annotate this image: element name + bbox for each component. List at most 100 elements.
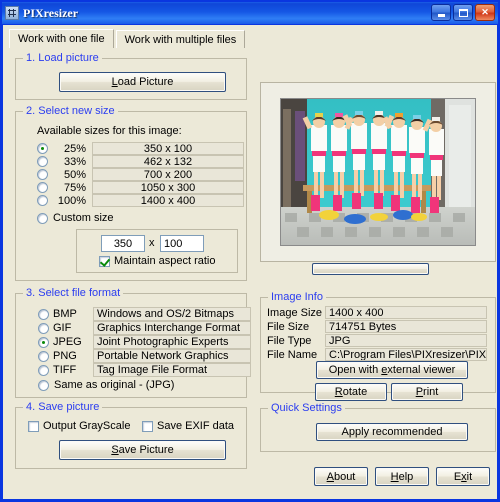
size-radio-25[interactable] — [37, 143, 48, 154]
format-description: Graphics Interchange Format — [93, 321, 251, 335]
custom-width-input[interactable] — [101, 235, 145, 252]
help-button[interactable]: Help — [375, 467, 429, 486]
format-option-row[interactable]: JPEG Joint Photographic Experts Group — [38, 335, 251, 361]
custom-size-row[interactable]: Custom size — [37, 212, 114, 224]
size-dimensions: 1050 x 300 — [92, 181, 244, 194]
info-value-file-name: C:\Program Files\PIXresizer\PIXresiz — [325, 348, 487, 361]
close-button[interactable]: ✕ — [475, 4, 495, 21]
group-load-picture: 1. Load picture Load Picture — [15, 52, 247, 100]
size-option-row[interactable]: 33% 462 x 132 — [37, 155, 244, 168]
maintain-aspect-ratio-label: Maintain aspect ratio — [114, 255, 216, 267]
save-exif-checkbox[interactable] — [142, 420, 153, 432]
size-radio-50[interactable] — [37, 169, 48, 180]
save-exif-label: Save EXIF data — [157, 420, 235, 432]
info-label: File Type — [267, 334, 312, 347]
format-option-row[interactable]: GIF Graphics Interchange Format — [38, 321, 251, 335]
size-percent: 100% — [57, 194, 86, 207]
same-as-original-radio[interactable] — [38, 379, 49, 391]
size-percent: 75% — [63, 181, 86, 194]
about-button[interactable]: About — [314, 467, 368, 486]
tab-label: Work with one file — [18, 33, 105, 45]
size-percent: 50% — [63, 168, 86, 181]
size-radio-33[interactable] — [37, 156, 48, 167]
output-grayscale-label: Output GrayScale — [43, 420, 131, 432]
open-with-external-viewer-button[interactable]: Open with external viewer — [316, 361, 468, 379]
load-picture-button[interactable]: Load Picture — [59, 72, 226, 92]
print-button-label: Print — [415, 386, 439, 398]
info-row-file-type: File Type JPG — [267, 334, 487, 347]
output-grayscale-row[interactable]: Output GrayScale — [28, 420, 130, 432]
apply-recommended-button[interactable]: Apply recommended — [316, 423, 468, 441]
about-button-label: About — [326, 470, 356, 483]
print-button[interactable]: Print — [391, 383, 463, 401]
format-description: Tag Image File Format — [93, 363, 251, 377]
size-dimensions: 462 x 132 — [92, 155, 244, 168]
size-dimensions: 1400 x 400 — [92, 194, 244, 207]
tab-label: Work with multiple files — [124, 33, 237, 46]
same-as-original-label: Same as original - (JPG) — [54, 379, 175, 391]
group-select-new-size: 2. Select new size Available sizes for t… — [15, 105, 247, 281]
image-preview-panel — [260, 82, 496, 262]
format-name: BMP — [53, 308, 77, 320]
tab-strip: Work with one file Work with multiple fi… — [9, 29, 246, 48]
info-value-image-size: 1400 x 400 — [325, 306, 487, 319]
format-radio-jpeg[interactable] — [38, 336, 49, 348]
format-radio-gif[interactable] — [38, 322, 49, 334]
load-picture-button-label: Load Picture — [111, 76, 174, 88]
size-option-row[interactable]: 100% 1400 x 400 — [37, 194, 244, 207]
format-option-row[interactable]: TIFF Tag Image File Format — [38, 363, 251, 377]
size-option-row[interactable]: 50% 700 x 200 — [37, 168, 244, 181]
minimize-button[interactable] — [431, 4, 451, 21]
maintain-aspect-ratio-checkbox[interactable] — [99, 255, 110, 267]
size-radio-100[interactable] — [37, 195, 48, 206]
open-external-label: Open with external viewer — [328, 364, 456, 376]
format-radio-png[interactable] — [38, 350, 49, 362]
format-radio-tiff[interactable] — [38, 364, 49, 376]
custom-height-input[interactable] — [160, 235, 204, 252]
tab-work-with-one-file[interactable]: Work with one file — [9, 29, 114, 48]
info-row-file-size: File Size 714751 Bytes — [267, 320, 487, 333]
rotate-button[interactable]: Rotate — [315, 383, 387, 401]
size-option-row[interactable]: 75% 1050 x 300 — [37, 181, 244, 194]
group-title-quick-settings: Quick Settings — [268, 402, 345, 414]
maximize-button[interactable] — [453, 4, 473, 21]
format-name: GIF — [53, 322, 72, 334]
help-button-label: Help — [390, 470, 414, 483]
output-grayscale-checkbox[interactable] — [28, 420, 39, 432]
format-option-row[interactable]: PNG Portable Network Graphics — [38, 349, 251, 363]
exit-button[interactable]: Exit — [436, 467, 490, 486]
format-name: JPEG — [53, 336, 82, 348]
save-picture-button-label: Save Picture — [111, 444, 174, 456]
dimension-separator: x — [149, 237, 155, 249]
window-controls: ✕ — [431, 4, 495, 21]
image-info-rows: Image Size 1400 x 400 File Size 714751 B… — [267, 306, 487, 362]
application-window: PIXresizer ✕ Work with one file Work wit… — [0, 0, 500, 502]
group-title-load-picture: 1. Load picture — [23, 52, 102, 64]
size-option-row[interactable]: 25% 350 x 100 — [37, 142, 244, 155]
rotate-button-label: Rotate — [334, 386, 368, 398]
custom-size-panel: x Maintain aspect ratio — [76, 229, 238, 273]
info-label: File Size — [267, 320, 310, 333]
info-value-file-type: JPG — [325, 334, 487, 347]
maintain-aspect-ratio-row[interactable]: Maintain aspect ratio — [99, 255, 216, 267]
group-image-info: Image Info Image Size 1400 x 400 File Si… — [260, 291, 496, 393]
group-save-picture: 4. Save picture Output GrayScale Save EX… — [15, 401, 247, 469]
tab-work-with-multiple-files[interactable]: Work with multiple files — [115, 30, 246, 48]
window-title: PIXresizer — [23, 5, 79, 20]
size-radio-75[interactable] — [37, 182, 48, 193]
info-label: Image Size — [267, 306, 323, 319]
custom-size-radio[interactable] — [37, 212, 48, 224]
size-dimensions: 350 x 100 — [92, 142, 244, 155]
save-picture-button[interactable]: Save Picture — [59, 440, 226, 460]
info-value-file-size: 714751 Bytes — [325, 320, 487, 333]
app-grid-icon — [5, 6, 19, 20]
custom-size-label: Custom size — [53, 212, 114, 224]
format-radio-bmp[interactable] — [38, 308, 49, 320]
format-name: TIFF — [53, 364, 77, 376]
client-area: Work with one file Work with multiple fi… — [2, 24, 498, 500]
format-option-row[interactable]: BMP Windows and OS/2 Bitmaps — [38, 307, 251, 321]
preview-extra-button[interactable] — [312, 263, 429, 275]
same-as-original-row[interactable]: Same as original - (JPG) — [38, 379, 174, 391]
save-exif-row[interactable]: Save EXIF data — [142, 420, 234, 432]
group-title-save-picture: 4. Save picture — [23, 401, 103, 413]
